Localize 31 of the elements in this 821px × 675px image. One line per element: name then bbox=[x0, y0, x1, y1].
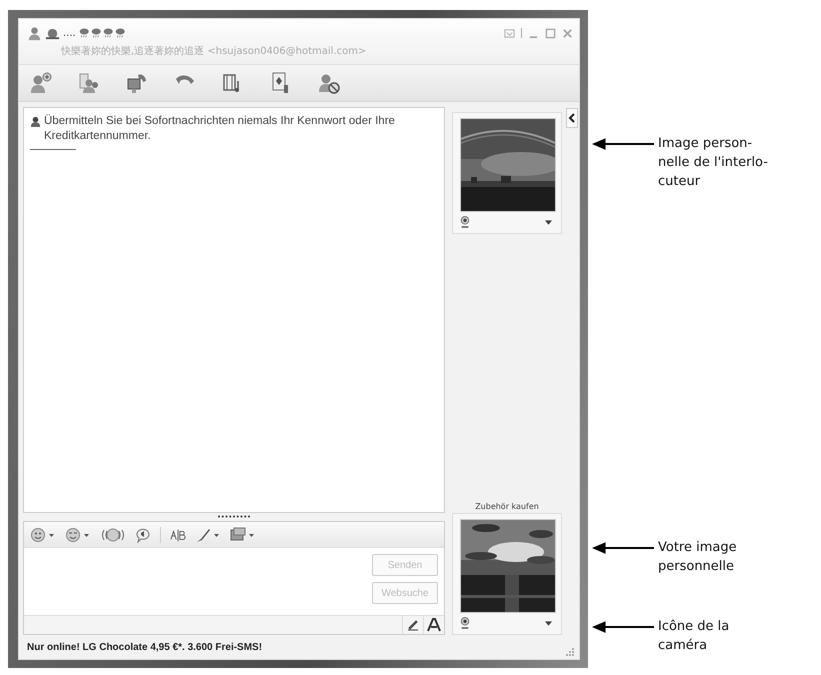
security-warning: Übermitteln Sie bei Sofortnachrichten niemals Ihr Kennwort oder Ihre Kreditkartennummer. bbox=[44, 114, 396, 144]
webcam-icon[interactable] bbox=[460, 617, 470, 629]
caret-icon[interactable] bbox=[545, 620, 552, 626]
rain-cloud-icons bbox=[78, 27, 127, 39]
webcam-icon[interactable] bbox=[460, 216, 470, 228]
user-icon bbox=[30, 116, 41, 127]
background-icon[interactable] bbox=[230, 526, 256, 542]
status-text[interactable]: Nur online! LG Chocolate 4,95 €*. 3.600 Frei-SMS! bbox=[27, 642, 262, 652]
collapse-tab-icon[interactable] bbox=[566, 108, 578, 128]
shop-link[interactable]: Zubehör kaufen bbox=[475, 502, 539, 511]
arrow bbox=[592, 620, 654, 634]
callout-label: Votre image personnelle bbox=[658, 539, 737, 576]
font-icon[interactable] bbox=[170, 526, 186, 542]
caret-icon[interactable] bbox=[545, 220, 552, 224]
splitter-handle[interactable] bbox=[217, 515, 251, 518]
emoticon-icon[interactable] bbox=[30, 526, 56, 542]
contacts-icon[interactable] bbox=[77, 71, 101, 95]
resize-grip-icon[interactable] bbox=[565, 647, 575, 657]
personal-message: 快樂著妳的快樂,追逐著妳的追逐 <hsujason0406@hotmail.com> bbox=[60, 44, 368, 59]
nudge-icon[interactable] bbox=[100, 526, 126, 542]
contact-name: .... bbox=[63, 28, 76, 38]
brush-icon[interactable] bbox=[195, 526, 221, 542]
speech-bubble-icon[interactable] bbox=[135, 526, 151, 542]
user-icon bbox=[27, 26, 42, 40]
add-contact-icon[interactable] bbox=[29, 71, 53, 95]
callout-label: Icône de la caméra bbox=[658, 618, 730, 655]
callout-label: Image person- nelle de l'interlo- cuteur bbox=[658, 135, 768, 191]
text-mode-icon[interactable] bbox=[423, 616, 444, 634]
arrow bbox=[592, 541, 654, 555]
arrow bbox=[592, 137, 654, 151]
wink-icon[interactable] bbox=[65, 526, 91, 542]
